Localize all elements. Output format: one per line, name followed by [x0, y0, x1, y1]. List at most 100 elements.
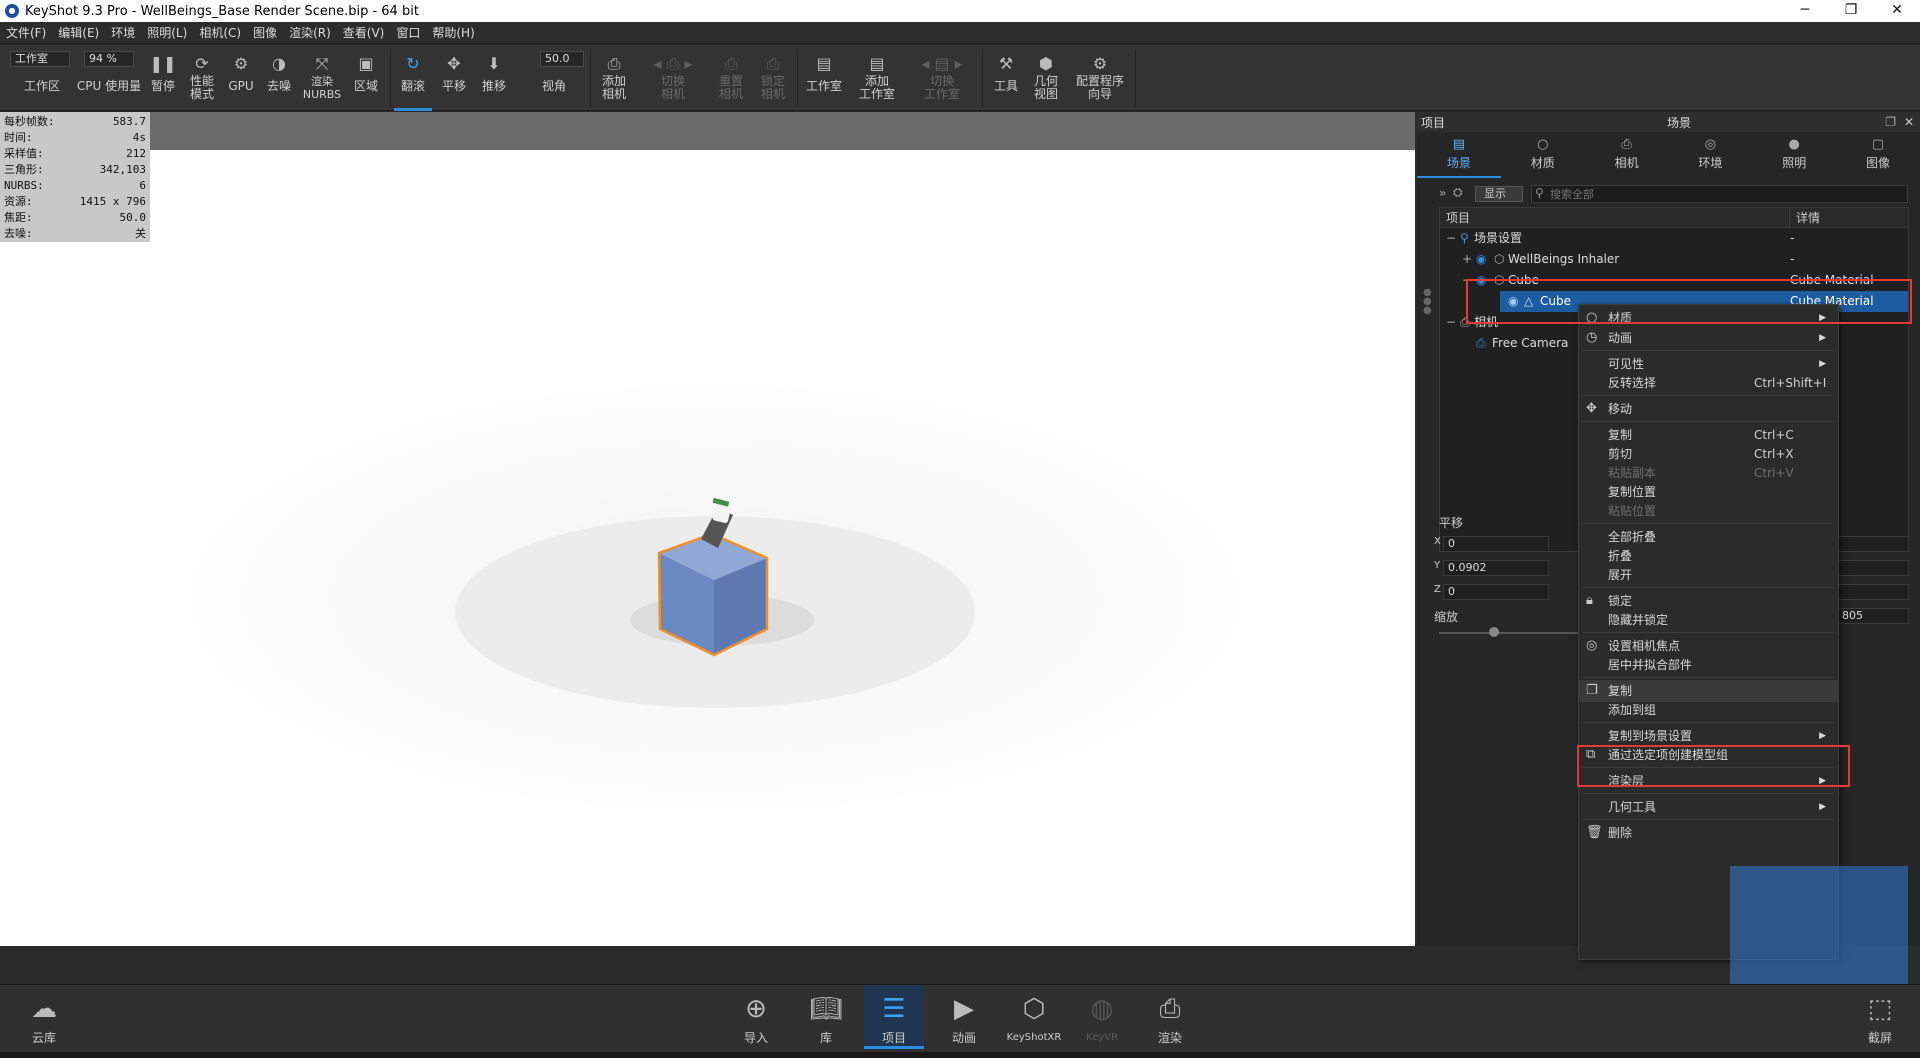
panel-close-icon[interactable]: ✕: [1904, 115, 1914, 129]
tab-image[interactable]: ▢ 图像: [1836, 134, 1920, 178]
switch-studio-button[interactable]: ◂ ▤ ▸ 切换 工作室: [914, 45, 970, 111]
menu-image[interactable]: 图像: [253, 24, 277, 41]
render-camera-icon: ⎙: [1159, 994, 1181, 1024]
fov-button[interactable]: ▦视角: [524, 45, 584, 111]
gpu-button[interactable]: ⚙ GPU: [224, 45, 258, 111]
translate-x-spinner[interactable]: [1837, 536, 1909, 552]
search-icon: ⚲: [1535, 186, 1544, 200]
col-detail-header[interactable]: 详情: [1790, 208, 1820, 227]
studio-button[interactable]: ▤ 工作室: [802, 45, 846, 111]
menu-item-move[interactable]: ✥ 移动: [1579, 398, 1838, 420]
panel-splitter-handle[interactable]: ● ● ●: [1423, 288, 1432, 316]
library-button[interactable]: 📖︎ 库: [796, 985, 856, 1046]
add-camera-button[interactable]: ⎙ 添加 相机: [594, 45, 634, 111]
menu-item-create-model-group[interactable]: ⧉ 通过选定项创建模型组: [1579, 744, 1838, 766]
menu-item-hide-and-lock[interactable]: 隐藏并锁定: [1579, 609, 1838, 631]
menu-item-paste-position[interactable]: 粘贴位置: [1579, 500, 1838, 522]
translate-z-spinner[interactable]: [1837, 584, 1909, 600]
reset-camera-button[interactable]: ⎙ 重置 相机: [712, 45, 750, 111]
lock-camera-button[interactable]: ⎙ 锁定 相机: [754, 45, 792, 111]
menu-camera[interactable]: 相机(C): [199, 24, 241, 41]
collapse-icon[interactable]: −: [1446, 312, 1456, 333]
pan-button[interactable]: ✥ 平移: [436, 45, 472, 111]
render-canvas[interactable]: [0, 150, 1415, 946]
tab-material[interactable]: ○ 材质: [1501, 134, 1585, 178]
menu-render[interactable]: 渲染(R): [289, 24, 331, 41]
tree-header: 项目 详情: [1440, 208, 1908, 228]
menu-window[interactable]: 窗口: [396, 24, 420, 41]
menu-edit[interactable]: 编辑(E): [58, 24, 99, 41]
expand-icon[interactable]: +: [1462, 249, 1472, 270]
menu-view[interactable]: 查看(V): [343, 24, 385, 41]
tools-button[interactable]: ⚒ 工具: [988, 45, 1024, 111]
translate-x-field[interactable]: 0: [1443, 536, 1549, 552]
search-input[interactable]: [1531, 185, 1908, 203]
undock-icon[interactable]: ❐: [1885, 115, 1896, 129]
tab-lighting[interactable]: ● 照明: [1752, 134, 1836, 178]
translate-y-field[interactable]: 0.0902: [1443, 560, 1549, 576]
close-button[interactable]: ✕: [1874, 0, 1920, 22]
filter-icon[interactable]: ⛭: [1453, 185, 1463, 200]
menu-item-animation[interactable]: ◷ 动画 ▶: [1579, 327, 1838, 349]
expand-arrows-icon[interactable]: »: [1439, 186, 1446, 200]
menu-lighting[interactable]: 照明(L): [147, 24, 187, 41]
menu-item-geometry-tools[interactable]: 几何工具 ▶: [1579, 796, 1838, 818]
menu-item-center-and-fit[interactable]: 居中并拟合部件: [1579, 654, 1838, 676]
maximize-button[interactable]: ❐: [1828, 0, 1874, 22]
cloud-library-button[interactable]: ☁ 云库: [14, 985, 74, 1046]
col-item-header[interactable]: 项目: [1440, 208, 1790, 227]
workarea-button[interactable]: ▦工作区: [14, 45, 70, 111]
add-studio-button[interactable]: ▤ 添加 工作室: [852, 45, 902, 111]
window-controls: ─ ❐ ✕: [1782, 0, 1920, 22]
minimize-button[interactable]: ─: [1782, 0, 1828, 22]
context-menu: ○ 材质 ▶ ◷ 动画 ▶ 可见性 ▶ 反转选择 Ctrl+Shift+I ✥ 移动 复制 Ct…: [1578, 304, 1839, 960]
menu-file[interactable]: 文件(F): [6, 24, 46, 41]
region-button[interactable]: ▣ 区域: [348, 45, 384, 111]
display-dropdown[interactable]: 显示: [1475, 186, 1523, 202]
translate-y-spinner[interactable]: [1837, 560, 1909, 576]
menu-item-render-layer[interactable]: 渲染层 ▶: [1579, 770, 1838, 792]
render-viewport[interactable]: [0, 112, 1415, 946]
performance-mode-button[interactable]: ⟳ 性能 模式: [184, 45, 220, 111]
collapse-icon[interactable]: −: [1462, 270, 1472, 291]
pause-button[interactable]: ❚❚ 暂停: [146, 45, 180, 111]
switch-camera-button[interactable]: ◂ ⎙ ▸ 切换 相机: [648, 45, 698, 111]
screenshot-button[interactable]: ⬚ 截屏: [1850, 985, 1910, 1046]
visibility-eye-icon[interactable]: ◉: [1476, 270, 1486, 291]
dolly-button[interactable]: ⬇ 推移: [476, 45, 512, 111]
menu-item-material[interactable]: ○ 材质 ▶: [1579, 307, 1838, 329]
menu-environment[interactable]: 环境: [111, 24, 135, 41]
scale-slider-track[interactable]: [1439, 632, 1579, 634]
geometry-view-button[interactable]: ⬢ 几何 视图: [1028, 45, 1064, 111]
menu-help[interactable]: 帮助(H): [432, 24, 474, 41]
model-icon: ⬡: [1494, 252, 1505, 266]
tree-row-cube-group[interactable]: − ◉ ⬡ Cube Cube Material: [1440, 270, 1908, 291]
keyvr-button[interactable]: ◍ KeyVR: [1072, 985, 1132, 1043]
stat-row: 焦距: 50.0: [4, 211, 146, 224]
denoise-button[interactable]: ◑ 去噪: [262, 45, 296, 111]
visibility-eye-icon[interactable]: ◉: [1476, 249, 1486, 270]
menu-item-expand[interactable]: 展开: [1579, 564, 1838, 586]
visibility-eye-icon[interactable]: ◉: [1508, 291, 1518, 312]
tree-row-scene-settings[interactable]: − ⚲ 场景设置 -: [1440, 228, 1908, 249]
translate-z-field[interactable]: 0: [1443, 584, 1549, 600]
keyshotxr-button[interactable]: ⬡ KeyShotXR: [1002, 985, 1066, 1043]
render-nurbs-button[interactable]: ⤧ 渲染 NURBS: [300, 45, 344, 111]
menu-item-add-to-group[interactable]: 添加到组: [1579, 699, 1838, 721]
tab-scene[interactable]: ▤ 场景: [1417, 134, 1501, 178]
config-wizard-button[interactable]: ⚙ 配置程序 向导: [1070, 45, 1130, 111]
cpu-usage-button[interactable]: ▦CPU 使用量: [76, 45, 142, 111]
scale-value-field[interactable]: 805: [1837, 608, 1909, 624]
project-button[interactable]: ☰ 项目: [864, 985, 924, 1049]
menu-item-delete[interactable]: 🗑︎ 删除: [1579, 822, 1838, 844]
tab-camera[interactable]: ⎙ 相机: [1585, 134, 1669, 178]
tree-row-inhaler[interactable]: + ◉ ⬡ WellBeings Inhaler -: [1440, 249, 1908, 270]
collapse-icon[interactable]: −: [1446, 228, 1456, 249]
animation-button[interactable]: ▶ 动画: [934, 985, 994, 1046]
menu-item-invert-selection[interactable]: 反转选择 Ctrl+Shift+I: [1579, 372, 1838, 394]
tab-environment[interactable]: ◎ 环境: [1668, 134, 1752, 178]
scale-slider-handle[interactable]: [1489, 627, 1499, 637]
import-button[interactable]: ⊕ 导入: [726, 985, 786, 1046]
render-button[interactable]: ⎙ 渲染: [1140, 985, 1200, 1046]
tumble-button[interactable]: ↻ 翻滚: [394, 45, 432, 111]
